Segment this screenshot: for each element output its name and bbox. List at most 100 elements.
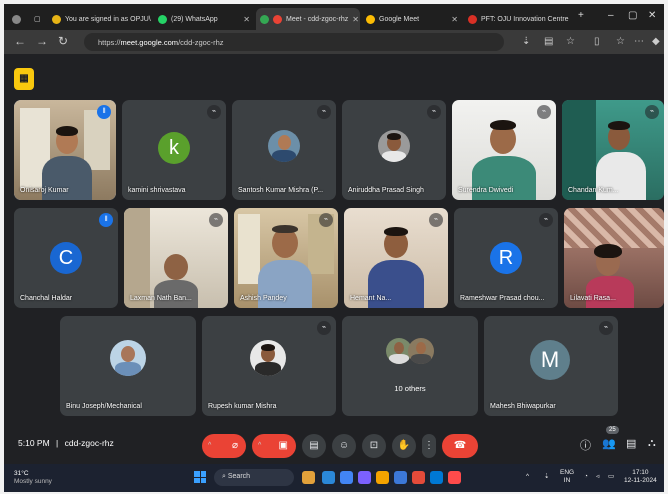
reader-icon[interactable]: ▤	[544, 36, 553, 47]
file-explorer-icon[interactable]	[394, 471, 407, 484]
participant-name: Laxman Nath Ban...	[130, 295, 192, 302]
mic-off-icon: ⌁	[427, 105, 441, 119]
split-screen-icon[interactable]: ▯	[594, 36, 600, 47]
tab-whatsapp[interactable]: (29) WhatsApp ✕	[154, 8, 254, 30]
leave-call-button[interactable]: ☎	[442, 434, 478, 458]
chevron-up-icon[interactable]: ^	[526, 473, 529, 481]
volume-icon[interactable]: ◃	[596, 473, 599, 481]
close-icon[interactable]: ✕	[243, 15, 250, 24]
url-path: /cdd-zgoc-rhz	[178, 38, 224, 47]
tab-actions-icon[interactable]: ▢	[30, 8, 42, 30]
minimize-icon[interactable]: –	[608, 10, 614, 21]
meeting-info: 5:10 PM | cdd-zgoc-rhz	[18, 438, 114, 448]
participant-tile[interactable]: ⌁ Chandan Kum...	[562, 100, 664, 200]
taskbar-search[interactable]: ⌕ Search	[214, 469, 294, 486]
others-label: 10 others	[394, 384, 426, 393]
participant-tile[interactable]: M ⌁ Mahesh Bhiwapurkar	[484, 316, 618, 416]
edge-icon[interactable]	[322, 471, 335, 484]
activities-icon[interactable]: ⛬	[648, 437, 656, 450]
chevron-up-icon[interactable]: ^	[208, 434, 211, 458]
more-icon[interactable]: ⋯	[634, 36, 644, 47]
participant-tile[interactable]: ⌁ Rupesh kumar Mishra	[202, 316, 336, 416]
avatar	[408, 338, 434, 364]
clock[interactable]: 17:10 12-11-2024	[624, 469, 657, 485]
participant-tile[interactable]: C ⦀ Chanchal Haldar	[14, 208, 118, 308]
captions-button[interactable]: ▤	[302, 434, 326, 458]
participant-name: Onisaroj Kumar	[20, 187, 69, 194]
chrome-icon[interactable]	[340, 471, 353, 484]
people-count-badge: 25	[606, 426, 619, 434]
participant-tile[interactable]: k ⌁ kamini shrivastava	[122, 100, 226, 200]
mic-off-icon: ⌁	[599, 321, 613, 335]
tab-innovation-centre[interactable]: PFT: OJU Innovation Centre ✕	[464, 8, 572, 30]
browser-profile-icon[interactable]	[8, 8, 28, 30]
camera-button[interactable]: ^ ▣	[252, 434, 296, 458]
tab-signed-in[interactable]: You are signed in as OPJU\ ✕	[48, 8, 152, 30]
clock-time: 17:10	[632, 469, 649, 476]
participant-tile[interactable]: 10 others	[342, 316, 478, 416]
window-close-icon[interactable]: ✕	[648, 10, 656, 21]
speaking-indicator-icon: ⦀	[99, 213, 113, 227]
close-icon[interactable]: ✕	[352, 15, 359, 24]
microphone-button[interactable]: ^ ⌀	[202, 434, 246, 458]
participant-tile[interactable]: ⌁ Laxman Nath Ban...	[124, 208, 228, 308]
region-label: IN	[563, 477, 571, 484]
raise-hand-button[interactable]: ✋	[392, 434, 416, 458]
close-icon[interactable]: ✕	[451, 15, 458, 24]
participant-tile[interactable]: Lilavati Rasa...	[564, 208, 664, 308]
participant-tile[interactable]: ⌁ Ashish Pandey	[234, 208, 338, 308]
tab-meet[interactable]: Meet - cdd-zgoc-rhz ✕	[256, 8, 360, 30]
battery-icon[interactable]: ▭	[608, 473, 614, 481]
maximize-icon[interactable]: ▢	[628, 10, 637, 21]
new-tab-icon[interactable]: +	[578, 10, 584, 21]
participant-tile[interactable]: ⌁ Hemant Na...	[344, 208, 448, 308]
participant-tile[interactable]: ⦀ Onisaroj Kumar	[14, 100, 116, 200]
participant-name: Rupesh kumar Mishra	[208, 403, 277, 410]
tab-favicon	[468, 14, 477, 24]
app-icon[interactable]	[448, 471, 461, 484]
more-options-button[interactable]: ⋮	[422, 434, 436, 458]
download-icon[interactable]: ⇣	[522, 36, 530, 47]
weather-widget[interactable]: 31°C Mostly sunny	[14, 470, 52, 486]
store-icon[interactable]	[430, 471, 443, 484]
app-icon[interactable]	[412, 471, 425, 484]
widget-app-icon[interactable]	[302, 471, 315, 484]
avatar: k	[158, 132, 190, 164]
tab-google-meet[interactable]: Google Meet ✕	[362, 8, 462, 30]
star-icon[interactable]: ☆	[566, 36, 575, 47]
copilot-icon[interactable]: ◆	[652, 36, 660, 47]
info-icon[interactable]: ⓘ	[580, 437, 591, 453]
participant-tile[interactable]: ⌁ Surendra Dwivedi	[452, 100, 556, 200]
start-icon[interactable]	[194, 471, 206, 483]
url-host: meet.google.com	[120, 38, 179, 47]
participant-tile[interactable]: R ⌁ Rameshwar Prasad chou...	[454, 208, 558, 308]
participant-name: kamini shrivastava	[128, 187, 186, 194]
avatar	[250, 340, 286, 376]
people-icon[interactable]: 👥	[602, 437, 616, 450]
participant-tile[interactable]: ⌁ Aniruddha Prasad Singh	[342, 100, 446, 200]
captions-icon: ▤	[309, 440, 319, 451]
language-indicator[interactable]: ENG IN	[560, 469, 574, 485]
back-icon[interactable]: ←	[14, 34, 26, 48]
forward-icon[interactable]: →	[36, 34, 48, 48]
url-field[interactable]: https://meet.google.com/cdd-zgoc-rhz	[84, 33, 504, 51]
avatar	[268, 130, 300, 162]
speaking-indicator-icon: ⦀	[97, 105, 111, 119]
participant-name: Binu Joseph/Mechanical	[66, 403, 142, 410]
participant-tile[interactable]: Binu Joseph/Mechanical	[60, 316, 196, 416]
participant-name: Aniruddha Prasad Singh	[348, 187, 424, 194]
participant-tile[interactable]: ⌁ Santosh Kumar Mishra (P...	[232, 100, 336, 200]
activity-chip-icon[interactable]: ▦	[14, 68, 34, 90]
favorites-icon[interactable]: ☆	[616, 36, 625, 47]
app-icon[interactable]	[358, 471, 371, 484]
wifi-icon[interactable]: ◔	[584, 473, 588, 481]
download-icon[interactable]: ⇣	[544, 473, 549, 481]
app-icon[interactable]	[376, 471, 389, 484]
meeting-code: cdd-zgoc-rhz	[64, 438, 114, 448]
meeting-separator: |	[56, 438, 59, 448]
chat-icon[interactable]: ▤	[626, 437, 636, 450]
reload-icon[interactable]: ↻	[58, 34, 68, 48]
present-button[interactable]: ⊡	[362, 434, 386, 458]
emoji-button[interactable]: ☺	[332, 434, 356, 458]
chevron-up-icon[interactable]: ^	[258, 434, 261, 458]
